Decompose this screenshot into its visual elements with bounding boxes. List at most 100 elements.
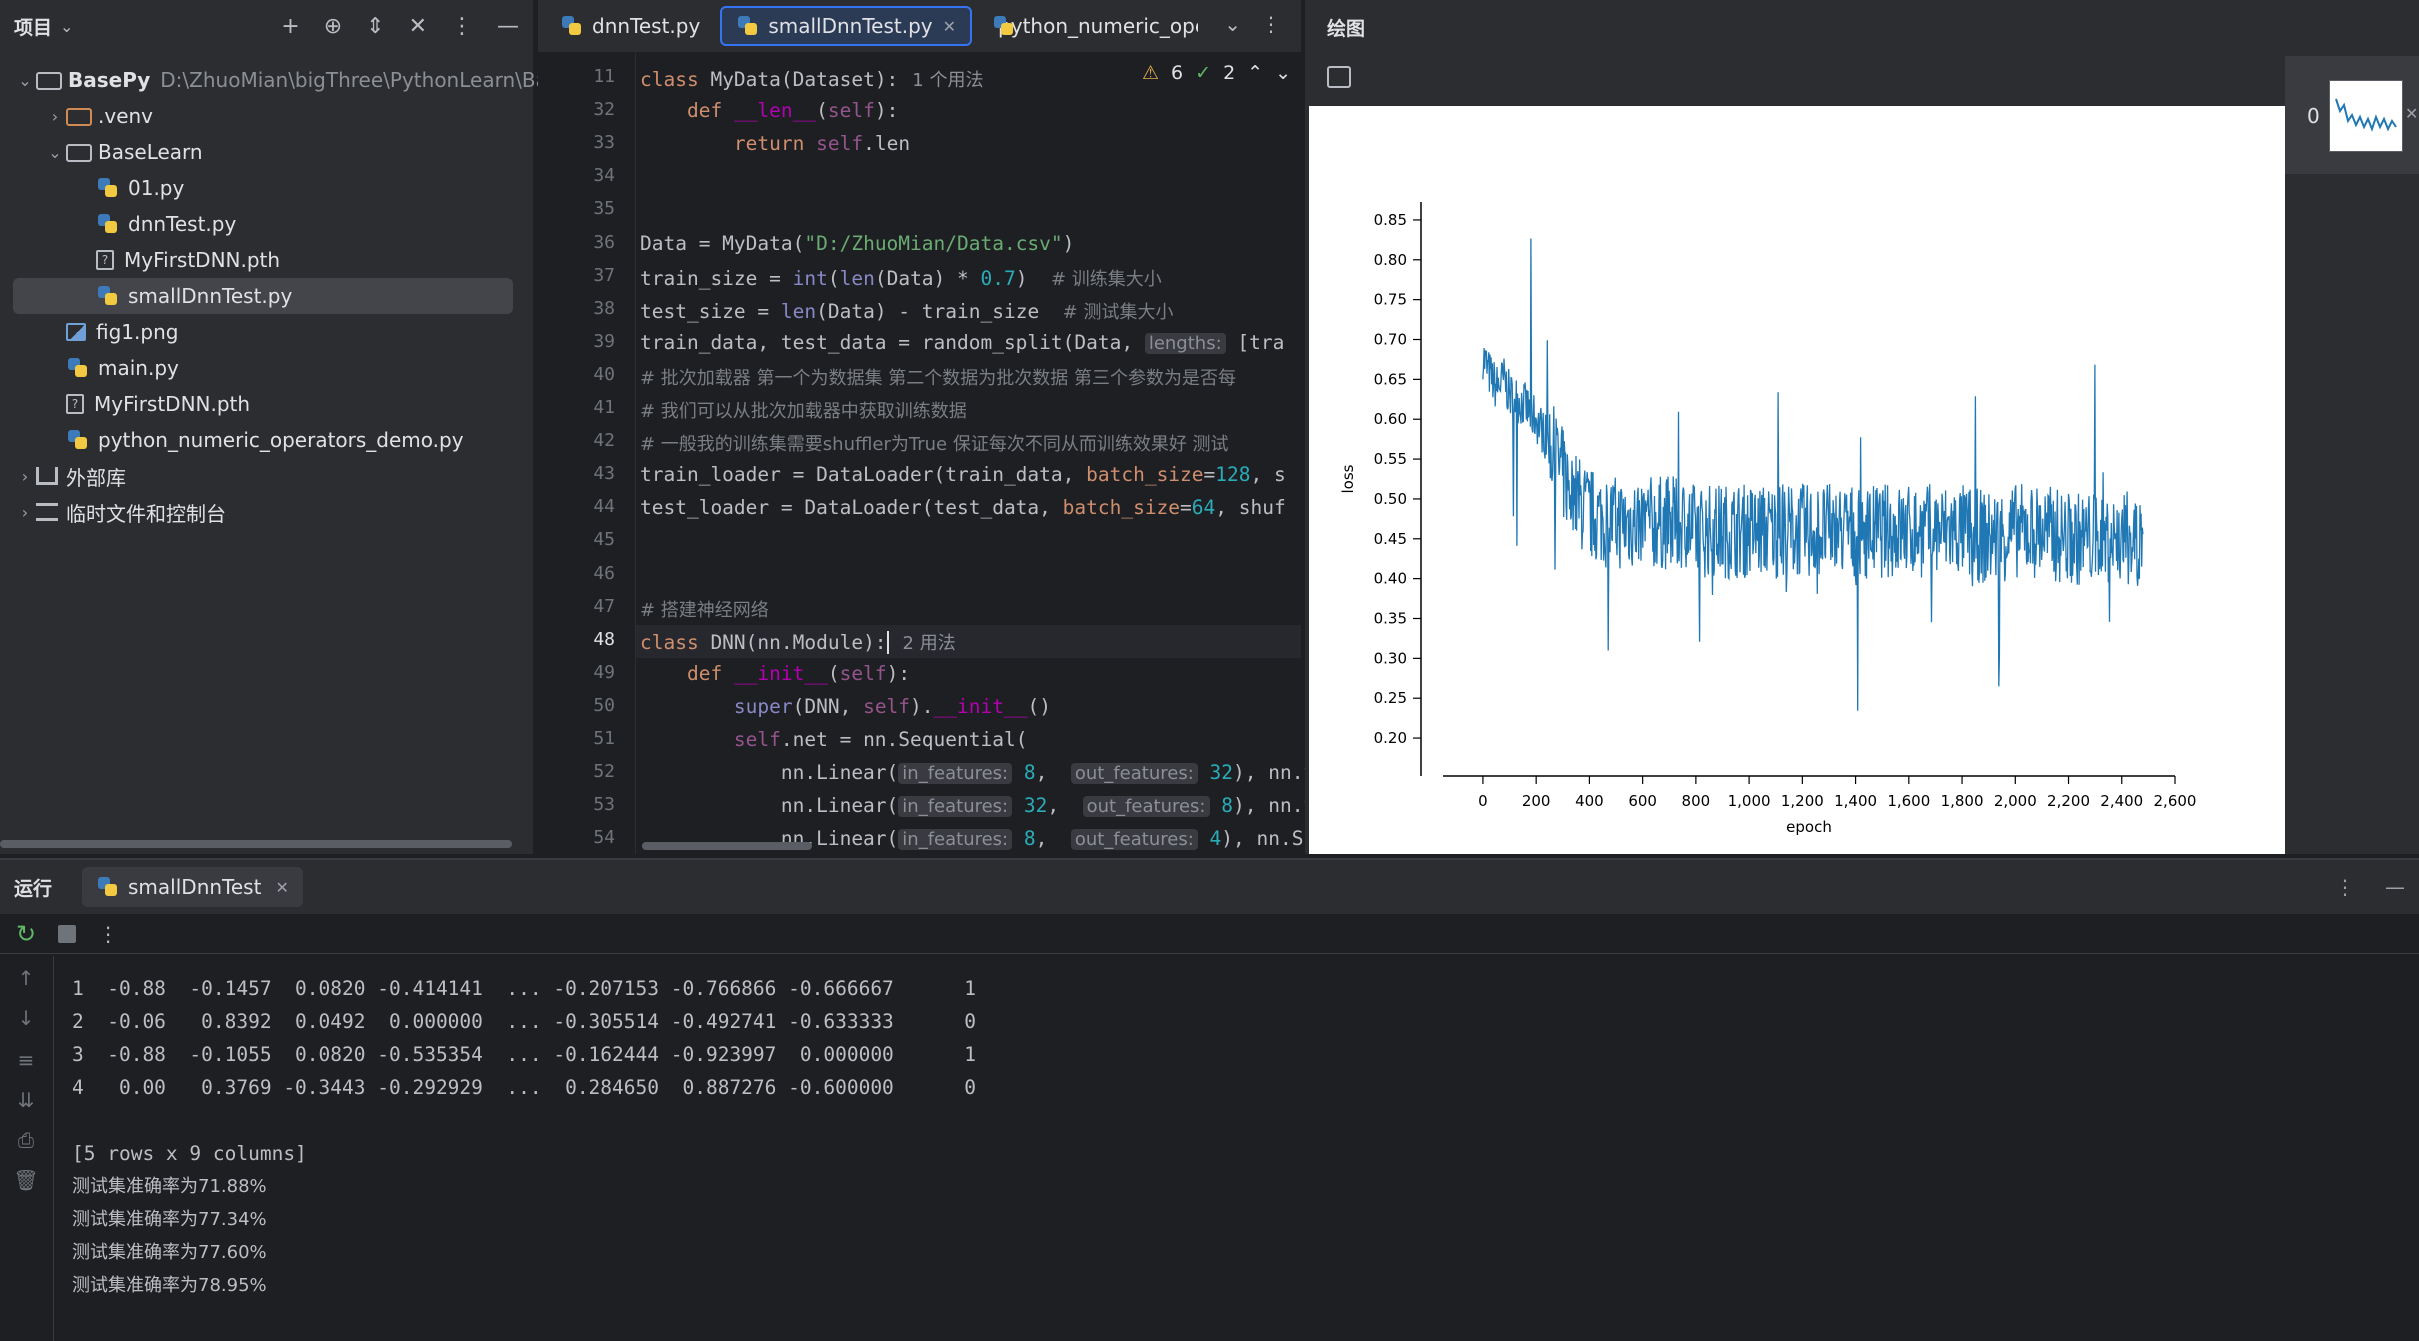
console-line: 测试集准确率为71.88% — [72, 1176, 267, 1197]
print-icon[interactable]: ⎙ — [12, 1128, 40, 1152]
code-line: train_size = int(len(Data) * 0.7) # 训练集大… — [640, 266, 1162, 290]
tree-item[interactable]: python_numeric_operators_demo.py — [44, 422, 464, 458]
tree-item[interactable]: dnnTest.py — [74, 206, 236, 242]
tree-item[interactable]: ⌄ BasePy D:\ZhuoMian\bigThree\PythonLearn\… — [14, 62, 594, 98]
x-tick-label: 600 — [1628, 792, 1657, 810]
tab-python-numeric[interactable]: python_numeric_opera — [978, 6, 1198, 46]
python-file-icon — [560, 15, 586, 37]
chevron-down-icon[interactable]: ⌄ — [44, 143, 66, 162]
python-file-icon — [66, 357, 92, 379]
line-number: 48 — [593, 628, 615, 650]
y-tick-label: 0.85 — [1374, 211, 1407, 229]
rerun-icon[interactable]: ↻ — [16, 920, 36, 948]
y-tick-label: 0.30 — [1374, 649, 1407, 667]
line-number: 50 — [593, 694, 615, 716]
x-tick-label: 1,200 — [1781, 792, 1824, 810]
more-options-icon[interactable]: ⋮ — [451, 14, 473, 39]
arrow-down-icon[interactable]: ↓ — [12, 1006, 40, 1030]
python-file-icon — [96, 876, 122, 898]
chevron-right-icon[interactable]: › — [44, 107, 66, 126]
tree-item-label: main.py — [98, 356, 179, 380]
soft-wrap-icon[interactable]: ≡ — [12, 1048, 40, 1072]
stop-icon[interactable] — [58, 924, 77, 943]
tree-item-label: BaseLearn — [98, 140, 203, 164]
tree-item[interactable]: ? MyFirstDNN.pth — [74, 242, 280, 278]
y-tick-label: 0.55 — [1374, 450, 1407, 468]
x-tick-label: 2,600 — [2154, 792, 2197, 810]
code-line: super(DNN, self).__init__() — [733, 694, 1051, 718]
python-file-icon — [66, 429, 92, 451]
code-line: Data = MyData("D:/ZhuoMian/Data.csv") — [640, 231, 1075, 255]
chevron-down-icon[interactable]: ⌄ — [1275, 62, 1291, 84]
x-axis-label: epoch — [1786, 818, 1832, 836]
tree-item[interactable]: › .venv — [44, 98, 153, 134]
y-tick-label: 0.70 — [1374, 331, 1407, 349]
add-icon[interactable]: + — [281, 14, 299, 39]
y-tick-label: 0.45 — [1374, 530, 1407, 548]
chevron-down-icon[interactable]: ⌄ — [60, 17, 73, 36]
expand-all-icon[interactable]: ⇕ — [366, 14, 384, 39]
line-number: 35 — [593, 198, 615, 220]
chevron-down-icon[interactable]: ⌄ — [14, 71, 36, 90]
more-options-icon[interactable]: ⋮ — [2335, 875, 2355, 899]
close-icon[interactable]: ✕ — [2405, 104, 2418, 123]
project-title[interactable]: 项目 — [14, 13, 52, 40]
collapse-all-icon[interactable]: ✕ — [409, 14, 427, 39]
tree-item[interactable]: ? MyFirstDNN.pth — [44, 386, 250, 422]
line-number: 53 — [593, 794, 615, 816]
minimize-icon[interactable]: — — [497, 14, 519, 39]
tree-item[interactable]: fig1.png — [44, 314, 178, 350]
warning-icon: ⚠ — [1142, 62, 1160, 84]
inspection-widget[interactable]: ⚠ 6 ✓ 2 ⌃ ⌄ — [1142, 62, 1291, 84]
scroll-to-end-icon[interactable]: ⇊ — [12, 1088, 40, 1112]
arrow-up-icon[interactable]: ↑ — [12, 966, 40, 990]
locate-icon[interactable]: ⊕ — [324, 14, 342, 39]
tree-item[interactable]: ⌄ BaseLearn — [44, 134, 203, 170]
console-line: 2 -0.06 0.8392 0.0492 0.000000 ... -0.30… — [72, 1010, 976, 1033]
tree-item[interactable]: › 外部库 — [14, 458, 126, 494]
console-output[interactable]: 1 -0.88 -0.1457 0.0820 -0.414141 ... -0.… — [72, 972, 976, 1302]
plot-thumbnail-strip: 0 ✕ — [2285, 56, 2419, 174]
x-tick-label: 2,400 — [2100, 792, 2143, 810]
tab-label: smallDnnTest.py — [768, 14, 933, 38]
chevron-right-icon[interactable]: › — [14, 503, 36, 522]
y-tick-label: 0.40 — [1374, 570, 1407, 588]
run-tab-smalldnntest[interactable]: smallDnnTest ✕ — [82, 867, 303, 907]
line-number: 33 — [593, 132, 615, 154]
close-icon[interactable]: ✕ — [275, 878, 288, 897]
project-horizontal-scrollbar[interactable] — [0, 840, 512, 848]
tree-item[interactable]: 01.py — [74, 170, 184, 206]
tree-item[interactable]: main.py — [44, 350, 179, 386]
editor-horizontal-scrollbar[interactable] — [642, 842, 812, 850]
minimize-icon[interactable]: — — [2385, 875, 2405, 899]
run-side-toolbar: ↑ ↓ ≡ ⇊ ⎙ 🗑 — [0, 956, 54, 1341]
plot-thumbnail[interactable] — [2329, 80, 2403, 152]
tab-label: dnnTest.py — [592, 14, 701, 38]
tree-item[interactable]: › 临时文件和控制台 — [14, 494, 226, 530]
tab-dnntest[interactable]: dnnTest.py — [546, 6, 714, 46]
code-line: # 搭建神经网络 — [640, 599, 769, 621]
more-options-icon[interactable]: ⋮ — [1261, 12, 1281, 36]
line-number: 47 — [593, 595, 615, 617]
run-tab-label: smallDnnTest — [128, 875, 262, 899]
chevron-down-icon[interactable]: ⌄ — [1224, 12, 1241, 36]
thumbnail-index: 0 — [2307, 104, 2320, 128]
unknown-file-icon: ? — [96, 250, 114, 270]
tree-item-label: MyFirstDNN.pth — [94, 392, 251, 416]
line-number: 51 — [593, 728, 615, 749]
tree-item-label: fig1.png — [96, 320, 179, 344]
more-options-icon[interactable]: ⋮ — [98, 922, 118, 946]
tree-item-label: .venv — [98, 104, 154, 128]
trash-icon[interactable]: 🗑 — [12, 1168, 40, 1192]
folder-icon — [36, 72, 62, 90]
chevron-up-icon[interactable]: ⌃ — [1247, 62, 1263, 84]
chevron-right-icon[interactable]: › — [14, 467, 36, 486]
tree-item-label: 01.py — [128, 176, 185, 200]
close-icon[interactable]: ✕ — [943, 17, 956, 36]
open-in-window-icon[interactable] — [1327, 66, 1351, 88]
tab-smalldnntest[interactable]: smallDnnTest.py ✕ — [720, 6, 973, 46]
line-number: 36 — [593, 231, 615, 253]
run-title: 运行 — [14, 877, 53, 900]
tree-item[interactable]: smallDnnTest.py — [74, 278, 292, 314]
